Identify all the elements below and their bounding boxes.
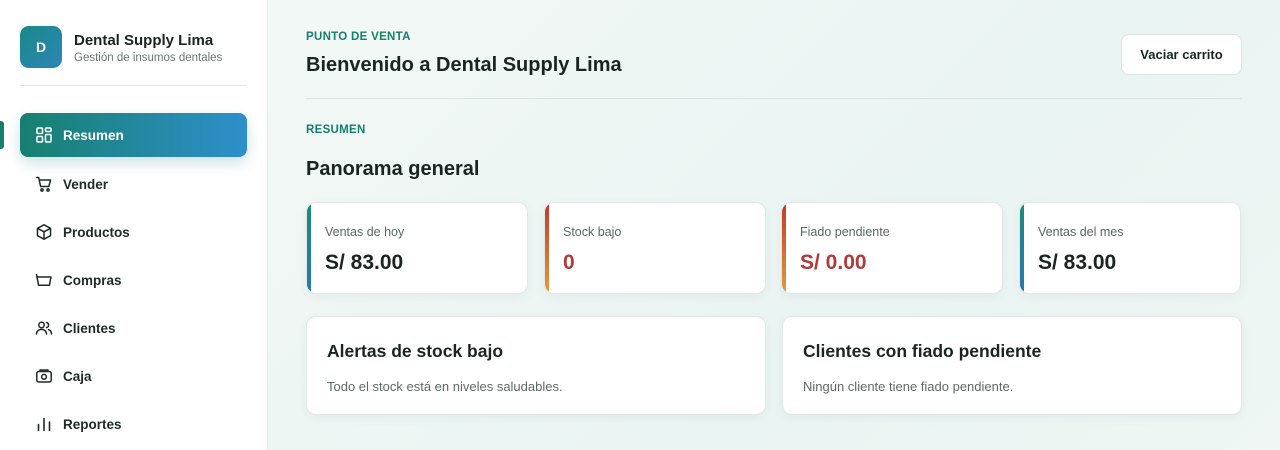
- credit-clients-panel: Clientes con fiado pendiente Ningún clie…: [782, 316, 1242, 415]
- sidebar-item-label: Caja: [63, 368, 92, 384]
- sidebar-item-productos[interactable]: Productos: [20, 210, 247, 254]
- stat-value: S/ 83.00: [1038, 251, 1117, 274]
- section-title: Panorama general: [306, 158, 480, 180]
- sidebar-item-caja[interactable]: Caja: [20, 354, 247, 398]
- dashboard-icon: [35, 126, 53, 144]
- section-label: RESUMEN: [306, 124, 366, 136]
- brand: D Dental Supply Lima Gestión de insumos …: [20, 26, 247, 86]
- sidebar-item-label: Clientes: [63, 320, 116, 336]
- stat-card-fiado-pendiente: Fiado pendiente S/ 0.00: [781, 202, 1003, 294]
- sidebar-item-reportes[interactable]: Reportes: [20, 402, 247, 446]
- main-content: PUNTO DE VENTA Bienvenido a Dental Suppl…: [268, 0, 1280, 450]
- sidebar-item-compras[interactable]: Compras: [20, 258, 247, 302]
- users-icon: [35, 319, 53, 337]
- sidebar: D Dental Supply Lima Gestión de insumos …: [0, 0, 268, 450]
- brand-subtitle: Gestión de insumos dentales: [74, 52, 223, 64]
- box-icon: [35, 223, 53, 241]
- panel-title: Clientes con fiado pendiente: [803, 341, 1042, 361]
- stat-label: Ventas del mes: [1038, 225, 1124, 239]
- sidebar-item-label: Vender: [63, 176, 109, 192]
- clear-cart-button[interactable]: Vaciar carrito: [1121, 34, 1242, 75]
- brand-logo: D: [20, 26, 62, 68]
- stat-accent: [1020, 203, 1024, 293]
- panel-title: Alertas de stock bajo: [327, 341, 504, 361]
- sidebar-item-clientes[interactable]: Clientes: [20, 306, 247, 350]
- basket-icon: [35, 271, 53, 289]
- stat-accent: [782, 203, 786, 293]
- header-divider: [306, 98, 1242, 99]
- cart-icon: [35, 175, 53, 193]
- stat-value: S/ 0.00: [800, 251, 867, 274]
- header-eyebrow: PUNTO DE VENTA: [306, 31, 411, 43]
- cash-register-icon: [35, 367, 53, 385]
- brand-name: Dental Supply Lima: [74, 32, 214, 49]
- stat-label: Ventas de hoy: [325, 225, 405, 239]
- page-title: Bienvenido a Dental Supply Lima: [306, 54, 622, 76]
- sidebar-item-label: Compras: [63, 272, 122, 288]
- panel-empty-text: Ningún cliente tiene fiado pendiente.: [803, 379, 1014, 394]
- stat-label: Stock bajo: [563, 225, 622, 239]
- stat-value: S/ 83.00: [325, 251, 404, 274]
- sidebar-item-vender[interactable]: Vender: [20, 162, 247, 206]
- stat-accent: [307, 203, 311, 293]
- stat-card-ventas-mes: Ventas del mes S/ 83.00: [1019, 202, 1241, 294]
- sidebar-item-label: Reportes: [63, 416, 122, 432]
- stat-value: 0: [563, 251, 575, 274]
- sidebar-item-label: Resumen: [63, 127, 124, 143]
- nav-active-indicator: [0, 121, 4, 149]
- stat-card-ventas-hoy: Ventas de hoy S/ 83.00: [306, 202, 528, 294]
- sidebar-item-label: Productos: [63, 224, 130, 240]
- stat-accent: [545, 203, 549, 293]
- stat-label: Fiado pendiente: [800, 225, 890, 239]
- low-stock-panel: Alertas de stock bajo Todo el stock está…: [306, 316, 766, 415]
- sidebar-item-resumen[interactable]: Resumen: [20, 113, 247, 157]
- panel-empty-text: Todo el stock está en niveles saludables…: [327, 379, 563, 394]
- stat-card-stock-bajo: Stock bajo 0: [544, 202, 766, 294]
- bar-chart-icon: [35, 415, 53, 433]
